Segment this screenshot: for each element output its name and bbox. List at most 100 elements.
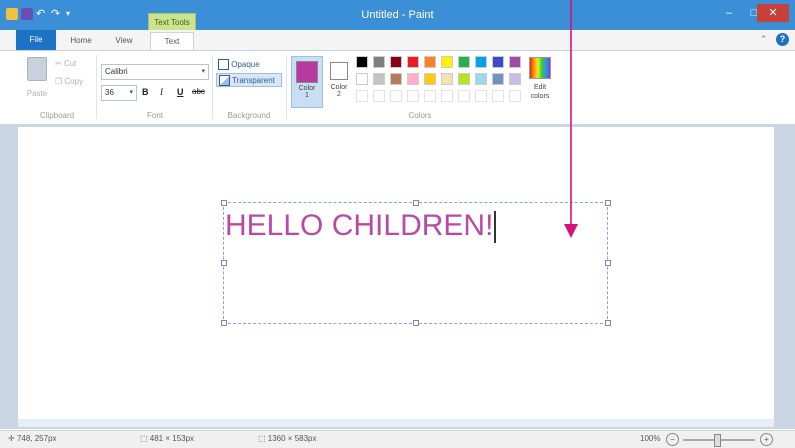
font-family-select[interactable]: Calibri ▾ <box>101 64 209 80</box>
resize-handle[interactable] <box>605 200 611 206</box>
opaque-icon <box>218 59 229 71</box>
strikethrough-button[interactable]: abc <box>192 87 205 96</box>
bold-button[interactable]: B <box>142 87 149 97</box>
palette-swatch[interactable] <box>458 73 470 85</box>
transparent-icon <box>219 75 230 87</box>
palette-swatch[interactable] <box>441 73 453 85</box>
palette-swatch[interactable] <box>373 73 385 85</box>
resize-handle[interactable] <box>605 320 611 326</box>
clipboard-group-label: Clipboard <box>39 111 75 120</box>
paste-button[interactable]: Paste <box>24 57 50 101</box>
text-box[interactable]: HELLO CHILDREN! <box>223 202 608 324</box>
text-cursor <box>494 211 496 243</box>
color2-swatch <box>330 62 348 80</box>
help-icon[interactable]: ? <box>776 33 789 46</box>
palette-swatch[interactable] <box>424 73 436 85</box>
clipboard-icon <box>27 57 47 81</box>
copy-icon: ❐ <box>55 77 65 86</box>
palette-swatch[interactable] <box>458 56 470 68</box>
ribbon-tabs: File Home View Text ⌃ ? <box>0 30 795 51</box>
zoom-in-button[interactable]: + <box>760 433 773 446</box>
font-group-label: Font <box>146 111 163 120</box>
palette-swatch[interactable] <box>492 73 504 85</box>
tab-view[interactable]: View <box>108 32 140 50</box>
selection-size: ⬚ 481 × 153px <box>140 434 194 443</box>
color-wheel-icon <box>529 57 551 79</box>
custom-color-slot[interactable] <box>458 90 470 102</box>
color2-label: Color <box>330 84 348 91</box>
palette-swatch[interactable] <box>441 56 453 68</box>
resize-handle[interactable] <box>221 200 227 206</box>
color1-button[interactable]: Color 1 <box>291 56 323 108</box>
cut-button[interactable]: ✂ Cut <box>55 59 76 68</box>
color-palette <box>356 56 526 108</box>
tab-home[interactable]: Home <box>64 32 98 50</box>
palette-swatch[interactable] <box>475 73 487 85</box>
custom-color-slot[interactable] <box>356 90 368 102</box>
font-size-select[interactable]: 36 ▾ <box>101 85 137 101</box>
resize-handle[interactable] <box>221 260 227 266</box>
palette-swatch[interactable] <box>356 56 368 68</box>
custom-color-slot[interactable] <box>509 90 521 102</box>
zoom-slider-thumb[interactable] <box>714 434 721 447</box>
italic-button[interactable]: I <box>160 87 163 97</box>
custom-color-slot[interactable] <box>492 90 504 102</box>
color2-number: 2 <box>337 91 341 98</box>
palette-swatch[interactable] <box>390 73 402 85</box>
edit-colors-label: Edit colors <box>530 84 550 100</box>
palette-swatch[interactable] <box>356 73 368 85</box>
canvas-area: HELLO CHILDREN! <box>0 124 795 429</box>
custom-color-slot[interactable] <box>407 90 419 102</box>
palette-swatch[interactable] <box>390 56 402 68</box>
chevron-down-icon: ▾ <box>201 68 205 75</box>
color1-number: 1 <box>305 92 309 99</box>
selection-icon: ⬚ <box>140 434 150 443</box>
palette-swatch[interactable] <box>509 56 521 68</box>
custom-color-slot[interactable] <box>475 90 487 102</box>
image-size-value: 1360 × 583px <box>267 434 317 443</box>
palette-swatch[interactable] <box>424 56 436 68</box>
drawing-canvas[interactable]: HELLO CHILDREN! <box>18 127 774 419</box>
resize-handle[interactable] <box>221 320 227 326</box>
opaque-option[interactable]: Opaque <box>218 58 280 71</box>
ribbon: Paste ✂ Cut ❐ Copy Clipboard Calibri ▾ 3… <box>0 50 795 125</box>
image-size: ⬚ 1360 × 583px <box>258 434 317 443</box>
palette-swatch[interactable] <box>407 56 419 68</box>
group-divider <box>286 55 287 119</box>
color1-swatch <box>296 61 318 83</box>
custom-color-slot[interactable] <box>373 90 385 102</box>
palette-swatch[interactable] <box>475 56 487 68</box>
palette-swatch[interactable] <box>492 56 504 68</box>
text-box-content[interactable]: HELLO CHILDREN! <box>225 209 493 243</box>
horizontal-scrollbar[interactable] <box>18 419 774 427</box>
underline-button[interactable]: U <box>177 87 184 97</box>
palette-swatch[interactable] <box>373 56 385 68</box>
minimize-button[interactable]: – <box>717 4 741 22</box>
transparent-label: Transparent <box>232 76 275 85</box>
copy-button[interactable]: ❐ Copy <box>55 77 83 86</box>
font-family-value: Calibri <box>105 67 128 76</box>
colors-group-label: Colors <box>408 111 432 120</box>
opaque-label: Opaque <box>231 60 260 69</box>
tab-text[interactable]: Text <box>150 32 194 51</box>
color2-button[interactable]: Color 2 <box>326 56 352 106</box>
resize-handle[interactable] <box>413 200 419 206</box>
tab-file[interactable]: File <box>16 30 56 50</box>
zoom-out-button[interactable]: − <box>666 433 679 446</box>
palette-swatch[interactable] <box>407 73 419 85</box>
close-button[interactable]: ✕ <box>757 4 789 22</box>
resize-handle[interactable] <box>605 260 611 266</box>
custom-color-slot[interactable] <box>441 90 453 102</box>
edit-colors-button[interactable]: Edit colors <box>525 57 555 105</box>
cursor-position-value: 748, 257px <box>16 434 57 443</box>
group-divider <box>212 55 213 119</box>
custom-color-slot[interactable] <box>424 90 436 102</box>
palette-swatch[interactable] <box>509 73 521 85</box>
minimize-ribbon-icon[interactable]: ⌃ <box>760 34 768 45</box>
custom-color-slot[interactable] <box>390 90 402 102</box>
paste-label: Paste <box>26 89 48 98</box>
status-bar: ✛ 748, 257px ⬚ 481 × 153px ⬚ 1360 × 583p… <box>0 430 795 448</box>
transparent-option[interactable]: Transparent <box>216 73 282 87</box>
crosshair-icon: ✛ <box>8 434 17 443</box>
resize-handle[interactable] <box>413 320 419 326</box>
